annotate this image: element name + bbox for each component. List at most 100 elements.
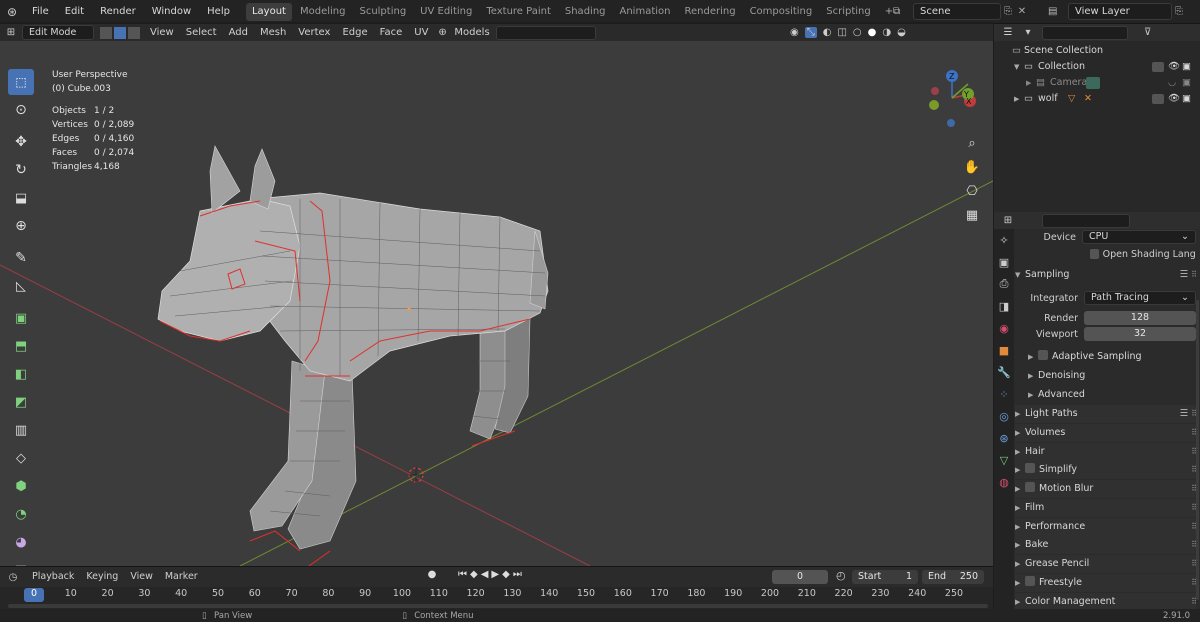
menu-uv[interactable]: UV bbox=[408, 24, 434, 41]
select-box-tool-icon[interactable]: ⬚ bbox=[8, 69, 34, 95]
advanced-subpanel[interactable]: ▶ Advanced bbox=[1028, 386, 1196, 404]
tab-texture-paint[interactable]: Texture Paint bbox=[480, 3, 557, 21]
sampling-panel-header[interactable]: ▼ Sampling ☰ ⠿ bbox=[1015, 266, 1197, 284]
data-tab-icon[interactable]: ▽ bbox=[994, 449, 1014, 471]
outliner-editor-icon[interactable]: ☰ bbox=[998, 27, 1018, 38]
camera-row[interactable]: ▶ ▤ Camera ◡ ▣ bbox=[1000, 75, 1196, 91]
loop-cut-tool-icon[interactable]: ▥ bbox=[8, 417, 34, 443]
motion-blur-panel[interactable]: ▶ Motion Blur ⠿ bbox=[1015, 480, 1197, 498]
viewport-samples-field[interactable]: 32 bbox=[1084, 327, 1196, 341]
gizmo-icon[interactable]: ⤡ bbox=[804, 27, 817, 38]
perspective-toggle-icon[interactable]: ▦ bbox=[961, 204, 983, 226]
integrator-dropdown[interactable]: Path Tracing ⌄ bbox=[1084, 291, 1196, 305]
camera-view-icon[interactable]: ⎔ bbox=[961, 180, 983, 202]
scene-name-field[interactable]: Scene bbox=[913, 3, 1001, 20]
scale-tool-icon[interactable]: ⬓ bbox=[8, 185, 34, 211]
physics-tab-icon[interactable]: ◎ bbox=[994, 405, 1014, 427]
freestyle-panel[interactable]: ▶ Freestyle ⠿ bbox=[1015, 574, 1197, 592]
inset-tool-icon[interactable]: ◧ bbox=[8, 361, 34, 387]
edge-slide-tool-icon[interactable]: ◫ bbox=[8, 557, 34, 567]
collection-row[interactable]: ▼ ▭ Collection 👁 ▣ bbox=[1000, 59, 1196, 75]
overlay-icon[interactable]: ◐ bbox=[823, 27, 832, 38]
menu-window[interactable]: Window bbox=[144, 0, 199, 24]
expand-icon[interactable]: ▶ bbox=[1014, 91, 1024, 107]
tab-uv-editing[interactable]: UV Editing bbox=[414, 3, 478, 21]
world-tab-icon[interactable]: ■ bbox=[994, 339, 1014, 361]
tab-rendering[interactable]: Rendering bbox=[678, 3, 741, 21]
menu-add[interactable]: Add bbox=[223, 24, 254, 41]
eye-icon[interactable]: 👁 bbox=[1168, 91, 1182, 107]
collection-checkbox[interactable] bbox=[1152, 62, 1164, 72]
menu-mesh[interactable]: Mesh bbox=[254, 24, 292, 41]
adaptive-sampling-subpanel[interactable]: ▶ Adaptive Sampling bbox=[1028, 348, 1196, 366]
visibility-icon[interactable]: ◉ bbox=[790, 27, 799, 38]
edge-select-icon[interactable] bbox=[114, 26, 126, 39]
transform-tool-icon[interactable]: ⊕ bbox=[8, 213, 34, 239]
performance-panel[interactable]: ▶ Performance ⠿ bbox=[1015, 518, 1197, 536]
timeline-scrollbar[interactable] bbox=[8, 604, 988, 608]
blender-logo-icon[interactable]: ⊛ bbox=[0, 5, 24, 19]
properties-editor-icon[interactable]: ⊞ bbox=[998, 215, 1018, 226]
delete-scene-icon[interactable]: ✕ bbox=[1015, 6, 1029, 17]
render-samples-field[interactable]: 128 bbox=[1084, 311, 1196, 325]
xray-icon[interactable]: ◫ bbox=[837, 27, 846, 38]
properties-search-field[interactable] bbox=[1042, 213, 1130, 228]
scene-tab-icon[interactable]: ◉ bbox=[994, 317, 1014, 339]
rotate-tool-icon[interactable]: ↻ bbox=[8, 157, 34, 183]
mode-selector[interactable]: Edit Mode bbox=[22, 25, 94, 40]
tab-sculpting[interactable]: Sculpting bbox=[353, 3, 412, 21]
eye-hidden-icon[interactable]: ◡ bbox=[1168, 75, 1182, 91]
wolf-row[interactable]: ▶ ▭ wolf ▽ ✕ 👁 ▣ bbox=[1000, 91, 1196, 107]
menu-edit[interactable]: Edit bbox=[57, 0, 92, 24]
solid-shading-icon[interactable]: ● bbox=[868, 27, 877, 38]
face-select-icon[interactable] bbox=[128, 26, 140, 39]
tab-shading[interactable]: Shading bbox=[559, 3, 612, 21]
knife-tool-icon[interactable]: ◇ bbox=[8, 445, 34, 471]
scene-collection-row[interactable]: ▭ Scene Collection bbox=[1000, 43, 1196, 59]
material-tab-icon[interactable]: ◍ bbox=[994, 471, 1014, 493]
new-view-layer-icon[interactable]: ⎘ bbox=[1172, 6, 1186, 17]
poly-build-tool-icon[interactable]: ⬢ bbox=[8, 473, 34, 499]
particles-tab-icon[interactable]: ⁘ bbox=[994, 383, 1014, 405]
cursor-tool-icon[interactable]: ⊙ bbox=[8, 97, 34, 123]
material-shading-icon[interactable]: ◑ bbox=[882, 27, 891, 38]
menu-file[interactable]: File bbox=[24, 0, 57, 24]
scene-icon[interactable]: ⧉ bbox=[893, 6, 913, 17]
editor-type-icon[interactable]: ⊞ bbox=[0, 27, 22, 38]
filter-icon[interactable]: ⊽ bbox=[1144, 27, 1151, 38]
output-tab-icon[interactable]: ⎙ bbox=[994, 273, 1014, 295]
constraints-tab-icon[interactable]: ⊛ bbox=[994, 427, 1014, 449]
expand-icon[interactable]: ▶ bbox=[1026, 75, 1036, 91]
grease-pencil-panel[interactable]: ▶ Grease Pencil ⠿ bbox=[1015, 555, 1197, 573]
simplify-panel[interactable]: ▶ Simplify ⠿ bbox=[1015, 461, 1197, 479]
display-mode-icon[interactable]: ▾ bbox=[1018, 27, 1038, 38]
measure-tool-icon[interactable]: ◺ bbox=[8, 273, 34, 299]
navigation-gizmo[interactable]: Z X Y bbox=[929, 70, 976, 127]
tab-animation[interactable]: Animation bbox=[614, 3, 677, 21]
wolf-mesh[interactable] bbox=[157, 145, 549, 566]
move-tool-icon[interactable]: ✥ bbox=[8, 129, 34, 155]
menu-vertex[interactable]: Vertex bbox=[292, 24, 336, 41]
camera-render-icon[interactable]: ▣ bbox=[1182, 91, 1196, 107]
osl-checkbox[interactable]: Open Shading Langu... bbox=[1090, 246, 1196, 262]
film-panel[interactable]: ▶ Film ⠿ bbox=[1015, 499, 1197, 517]
tab-compositing[interactable]: Compositing bbox=[744, 3, 819, 21]
menu-help[interactable]: Help bbox=[199, 0, 238, 24]
bevel-tool-icon[interactable]: ◩ bbox=[8, 389, 34, 415]
tab-modeling[interactable]: Modeling bbox=[294, 3, 352, 21]
vertex-select-icon[interactable] bbox=[100, 26, 112, 39]
tab-scripting[interactable]: Scripting bbox=[820, 3, 876, 21]
hair-panel[interactable]: ▶ Hair ⠿ bbox=[1015, 443, 1197, 461]
view-layer-tab-icon[interactable]: ◨ bbox=[994, 295, 1014, 317]
smooth-tool-icon[interactable]: ◕ bbox=[8, 529, 34, 555]
pan-hand-icon[interactable]: ✋ bbox=[961, 156, 983, 178]
models-selector[interactable]: Models bbox=[452, 24, 491, 41]
eye-icon[interactable]: 👁 bbox=[1168, 59, 1182, 75]
wireframe-shading-icon[interactable]: ○ bbox=[853, 27, 862, 38]
presets-icon[interactable]: ☰ ⠿ bbox=[1180, 266, 1197, 284]
view-layer-field[interactable]: View Layer bbox=[1068, 3, 1172, 20]
properties-scrollbar[interactable] bbox=[1196, 300, 1199, 600]
render-tab-icon[interactable]: ▣ bbox=[994, 251, 1014, 273]
outliner-search-field[interactable] bbox=[1042, 25, 1128, 40]
wolf-checkbox[interactable] bbox=[1152, 94, 1164, 104]
